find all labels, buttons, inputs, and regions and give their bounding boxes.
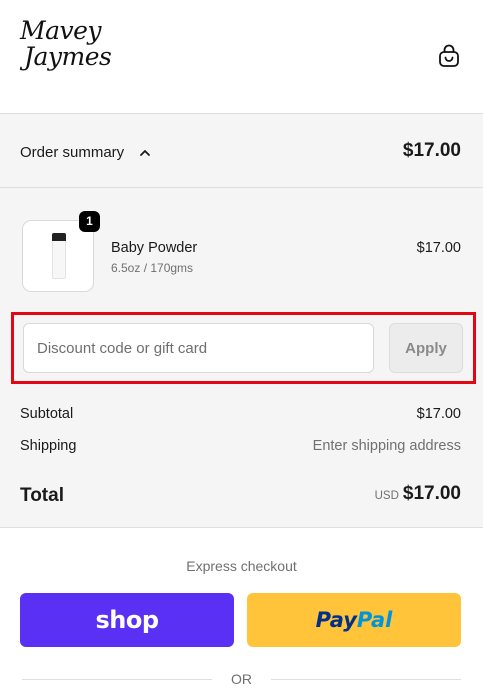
chevron-up-icon <box>140 150 150 156</box>
currency-code: USD <box>374 490 399 502</box>
store-logo[interactable]: Mavey Jaymes <box>20 16 112 71</box>
paypal-logo-pal: Pal <box>356 608 393 632</box>
logo-line-1: Mavey <box>20 16 102 45</box>
total-value: $17.00 <box>402 483 461 504</box>
shopping-bag-icon[interactable] <box>438 44 460 68</box>
shipping-value: Enter shipping address <box>312 438 461 454</box>
total-amount: USD $17.00 <box>375 483 461 505</box>
express-checkout-label: Express checkout <box>186 558 297 574</box>
shop-pay-button[interactable]: shop <box>20 593 234 647</box>
product-price: $17.00 <box>416 240 461 256</box>
order-summary-toggle[interactable]: Order summary $17.00 <box>0 114 483 188</box>
product-variant: 6.5oz / 170gms <box>111 261 194 275</box>
order-summary-section: Order summary $17.00 1 Baby Powder 6.5oz… <box>0 114 483 528</box>
line-item: 1 Baby Powder 6.5oz / 170gms $17.00 <box>0 211 483 294</box>
shipping-label: Shipping <box>20 438 77 454</box>
logo-line-2: Jaymes <box>24 42 112 71</box>
discount-highlight-box: Apply <box>11 312 476 384</box>
header: Mavey Jaymes <box>0 0 483 114</box>
total-label: Total <box>20 485 64 506</box>
paypal-logo-pay: Pay <box>315 608 357 632</box>
product-name: Baby Powder <box>111 240 198 256</box>
order-summary-total: $17.00 <box>402 140 461 161</box>
discount-code-input[interactable] <box>23 323 374 373</box>
subtotal-value: $17.00 <box>416 406 461 422</box>
product-image-cap <box>52 233 66 241</box>
quantity-badge: 1 <box>79 211 100 232</box>
or-divider: OR <box>22 670 461 690</box>
paypal-button[interactable]: PayPal <box>247 593 461 647</box>
apply-discount-button[interactable]: Apply <box>389 323 463 373</box>
or-label: OR <box>231 671 252 687</box>
order-summary-label: Order summary <box>20 144 125 161</box>
subtotal-label: Subtotal <box>20 406 74 422</box>
